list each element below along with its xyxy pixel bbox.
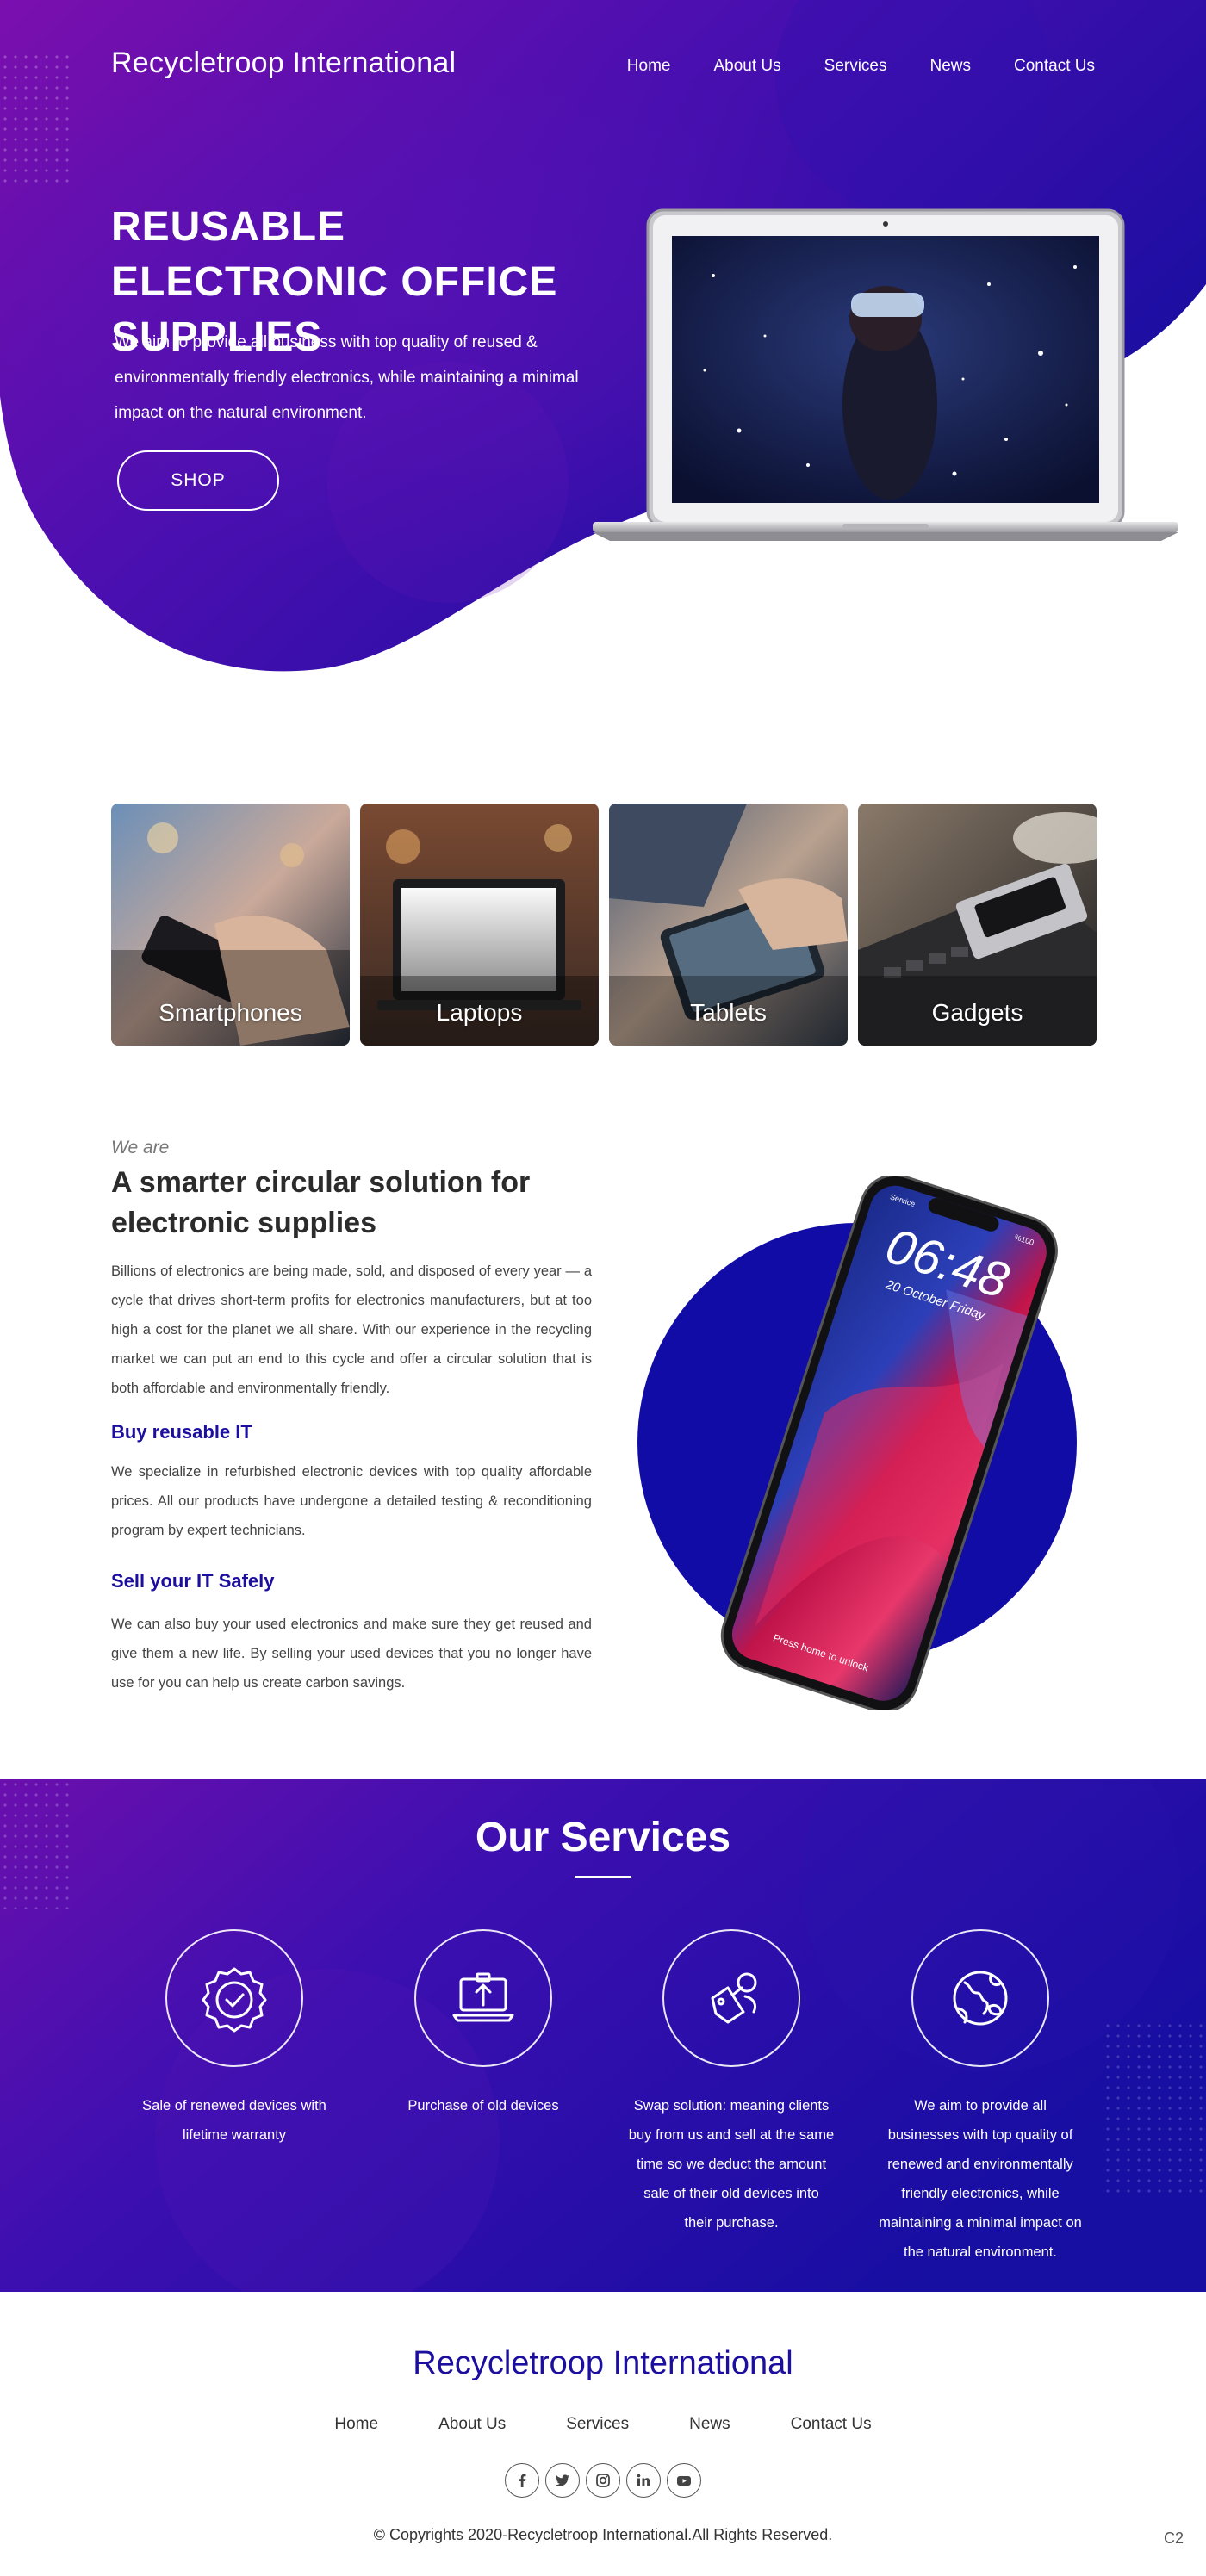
buy-text: We specialize in refurbished electronic … — [111, 1464, 592, 1538]
nav-link-about[interactable]: About Us — [713, 57, 780, 76]
service-text: Sale of renewed devices with lifetime wa… — [142, 2098, 326, 2143]
globe-leaf-icon — [953, 1971, 1008, 2026]
nav-link-services[interactable]: Services — [824, 57, 887, 76]
shop-button[interactable]: SHOP — [117, 450, 279, 511]
linkedin-icon[interactable] — [626, 2463, 661, 2498]
hero-subtitle: We aim to provide all business with top … — [115, 333, 579, 422]
title-underline — [575, 1876, 631, 1878]
service-item-eco: We aim to provide all businesses with to… — [877, 1929, 1084, 2267]
dot-pattern — [1103, 2020, 1206, 2193]
phone-image: 06:48 20 October Friday Press home to un… — [637, 1176, 1077, 1710]
main-nav: Home About Us Services News Contact Us — [627, 57, 1095, 76]
category-tile-gadgets[interactable]: Gadgets — [858, 804, 1097, 1046]
category-label: Laptops — [436, 999, 523, 1026]
copyright-text: © Copyrights 2020-Recycletroop Internati… — [373, 2526, 833, 2543]
service-item-swap: Swap solution: meaning clients buy from … — [628, 1929, 835, 2238]
footer-link-home[interactable]: Home — [334, 2415, 378, 2434]
nav-brand[interactable]: Recycletroop International — [111, 47, 456, 80]
laptop-upload-icon — [452, 1972, 514, 2022]
category-label: Smartphones — [159, 999, 302, 1026]
service-text: Purchase of old devices — [407, 2098, 559, 2114]
about-title: A smarter circular solution for electron… — [111, 1166, 531, 1239]
service-icon-frame — [165, 1929, 303, 2067]
sell-heading: Sell your IT Safely — [111, 1570, 275, 1592]
service-item-renewed: Sale of renewed devices with lifetime wa… — [131, 1929, 338, 2150]
category-tile-tablets[interactable]: Tablets — [609, 804, 848, 1046]
social-links — [0, 2463, 1206, 2498]
facebook-icon[interactable] — [505, 2463, 539, 2498]
service-text: We aim to provide all businesses with to… — [879, 2098, 1082, 2260]
buy-heading: Buy reusable IT — [111, 1421, 252, 1443]
corner-tag: C2 — [1163, 2529, 1184, 2547]
services-title: Our Services — [475, 1815, 731, 1860]
service-icon-frame — [662, 1929, 800, 2067]
service-icon-frame — [911, 1929, 1049, 2067]
laptop-image — [593, 208, 1178, 541]
footer-link-news[interactable]: News — [689, 2415, 730, 2434]
footer-link-about[interactable]: About Us — [438, 2415, 506, 2434]
about-kicker: We are — [111, 1138, 170, 1158]
nav-link-home[interactable]: Home — [627, 57, 671, 76]
service-icon-frame — [414, 1929, 552, 2067]
youtube-icon[interactable] — [667, 2463, 701, 2498]
category-label: Gadgets — [931, 999, 1023, 1026]
about-intro: Billions of electronics are being made, … — [111, 1263, 592, 1396]
twitter-icon[interactable] — [545, 2463, 580, 2498]
instagram-icon[interactable] — [586, 2463, 620, 2498]
service-text: Swap solution: meaning clients buy from … — [628, 2098, 835, 2231]
footer-link-contact[interactable]: Contact Us — [791, 2415, 872, 2434]
footer-brand[interactable]: Recycletroop International — [0, 2345, 1206, 2382]
dot-pattern — [0, 52, 69, 189]
sell-text: We can also buy your used electronics an… — [111, 1617, 592, 1691]
category-tile-laptops[interactable]: Laptops — [360, 804, 599, 1046]
nav-link-contact[interactable]: Contact Us — [1014, 57, 1095, 76]
nav-link-news[interactable]: News — [930, 57, 972, 76]
category-tile-smartphones[interactable]: Smartphones — [111, 804, 350, 1046]
badge-check-icon — [202, 1967, 267, 2033]
footer-nav: Home About Us Services News Contact Us — [0, 2415, 1206, 2434]
service-item-purchase: Purchase of old devices — [380, 1929, 587, 2120]
category-label: Tablets — [690, 999, 767, 1026]
category-grid: Smartphones Laptops Tablets Gadgets — [111, 804, 1097, 1046]
footer-link-services[interactable]: Services — [566, 2415, 629, 2434]
hero-section: Recycletroop International Home About Us… — [0, 0, 1206, 689]
swap-tag-icon — [711, 1972, 757, 2024]
services-section: Our Services Sale of renewed devices wit… — [0, 1779, 1206, 2292]
